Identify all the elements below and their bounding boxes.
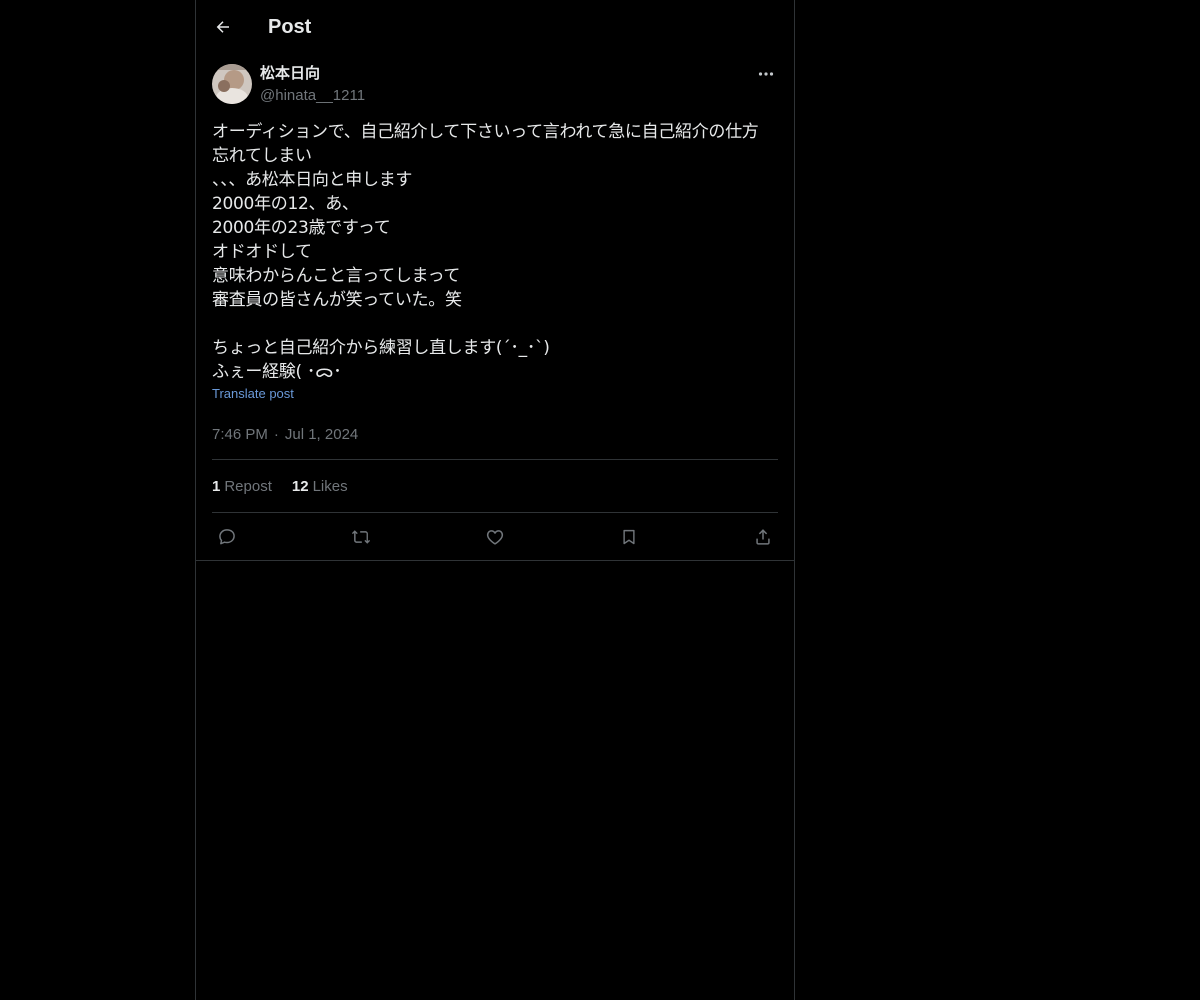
likes-stat[interactable]: 12 Likes — [292, 478, 348, 495]
reply-icon — [219, 528, 235, 544]
post-date[interactable]: Jul 1, 2024 — [285, 426, 358, 443]
reply-button[interactable] — [216, 526, 238, 548]
repost-button[interactable] — [350, 526, 372, 548]
page-header: Post — [196, 0, 794, 54]
avatar[interactable] — [212, 64, 252, 104]
author-row: 松本日向 @hinata__1211 — [212, 64, 778, 106]
repost-icon — [351, 529, 371, 544]
arrow-left-icon — [216, 21, 229, 33]
reposts-label: Repost — [224, 477, 272, 495]
bookmark-icon — [623, 529, 635, 544]
reposts-stat[interactable]: 1 Repost — [212, 478, 272, 495]
avatar-photo — [212, 64, 252, 104]
more-options-button[interactable] — [754, 64, 778, 84]
share-button[interactable] — [752, 526, 774, 548]
post-actions — [196, 513, 794, 561]
page-title: Post — [268, 15, 312, 38]
main-column: Post 松本日向 @hinata__1211 オーディションで、自己紹介して下… — [195, 0, 795, 1000]
post-article: 松本日向 @hinata__1211 オーディションで、自己紹介して下さいって言… — [196, 54, 794, 561]
share-icon — [756, 528, 770, 545]
like-icon — [486, 529, 504, 545]
translate-post-link[interactable]: Translate post — [212, 386, 294, 401]
bookmark-button[interactable] — [618, 526, 640, 548]
timestamp-separator: · — [273, 426, 279, 443]
author-handle[interactable]: @hinata__1211 — [260, 86, 365, 106]
likes-label: Likes — [312, 477, 348, 495]
post-time[interactable]: 7:46 PM — [212, 426, 268, 443]
post-stats: 1 Repost 12 Likes — [212, 460, 778, 513]
likes-count: 12 — [291, 477, 309, 495]
post-timestamp: 7:46 PM · Jul 1, 2024 — [212, 426, 778, 460]
post-text: オーディションで、自己紹介して下さいって言われて急に自己紹介の仕方 忘れてしまい… — [212, 122, 759, 382]
back-button[interactable] — [212, 16, 234, 38]
ellipsis-icon — [758, 72, 774, 76]
like-button[interactable] — [484, 526, 506, 548]
author-name[interactable]: 松本日向 — [260, 64, 365, 84]
author-names: 松本日向 @hinata__1211 — [260, 64, 365, 106]
reposts-count: 1 — [212, 477, 221, 495]
